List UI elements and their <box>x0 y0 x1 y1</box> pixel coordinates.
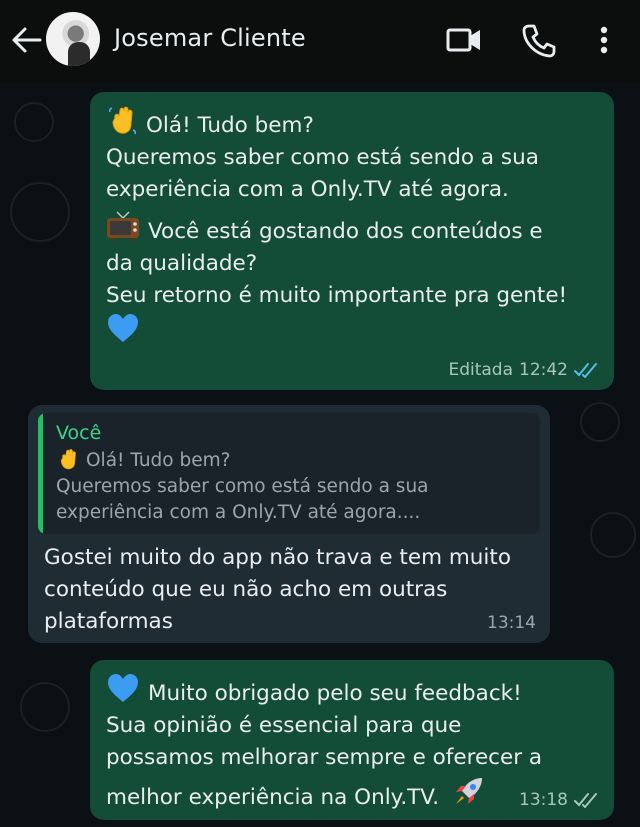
read-double-check-icon <box>574 363 597 378</box>
background-doodle <box>20 682 70 732</box>
message-text: melhor experiência na Only.TV. <box>106 785 440 810</box>
message-line: Olá! Tudo bem? <box>106 104 598 142</box>
quote-text: experiência com a Only.TV até agora.... <box>56 502 421 523</box>
incoming-message[interactable]: Você Olá! Tudo bem? Queremos saber como … <box>28 405 550 643</box>
message-text: Sua opinião é essencial para que <box>106 713 462 738</box>
waving-hand-emoji <box>60 449 76 470</box>
quote-accent-bar <box>38 413 43 534</box>
blue-heart-emoji <box>108 674 138 702</box>
message-meta: Editada 12:42 <box>448 354 600 386</box>
waving-hand-emoji <box>109 106 136 135</box>
phone-call-icon[interactable] <box>520 22 556 58</box>
message-text: conteúdo que eu não acho em outras <box>44 577 448 602</box>
delivered-double-check-icon <box>574 793 597 808</box>
message-meta: 13:18 <box>519 784 600 816</box>
quote-author: Você <box>56 422 102 444</box>
television-emoji <box>107 211 139 241</box>
quoted-message[interactable]: Você Olá! Tudo bem? Queremos saber como … <box>38 413 540 534</box>
message-meta: 13:14 <box>487 607 536 639</box>
background-doodle <box>14 102 54 142</box>
quote-line: Olá! Tudo bem? <box>56 447 528 474</box>
message-text: Você está gostando dos conteúdos e <box>148 219 543 244</box>
background-doodle <box>580 402 620 442</box>
edited-label: Editada <box>448 360 513 380</box>
avatar[interactable] <box>46 12 100 66</box>
video-call-icon[interactable] <box>444 22 484 58</box>
message-text: Seu retorno é muito importante pra gente… <box>106 283 568 308</box>
more-options-icon[interactable] <box>592 22 616 58</box>
message-time: 12:42 <box>519 360 568 380</box>
message-line: Você está gostando dos conteúdos e <box>106 210 598 248</box>
quote-text: Queremos saber como está sendo a sua <box>56 476 429 497</box>
message-text: Queremos saber como está sendo a sua <box>106 145 539 170</box>
blue-heart-emoji <box>108 314 138 342</box>
background-doodle <box>590 512 636 558</box>
message-text: da qualidade? <box>106 251 258 276</box>
chat-area[interactable]: Olá! Tudo bem? Queremos saber como está … <box>0 82 640 827</box>
message-text: plataformas <box>44 609 173 634</box>
rocket-emoji <box>455 778 482 804</box>
message-text: Muito obrigado pelo seu feedback! <box>148 681 522 706</box>
message-line <box>106 312 598 350</box>
message-time: 13:14 <box>487 613 536 633</box>
message-text: experiência com a Only.TV até agora. <box>106 177 509 202</box>
back-arrow-icon[interactable] <box>10 26 42 54</box>
quote-text: Olá! Tudo bem? <box>86 450 231 471</box>
message-text: Gostei muito do app não trava e tem muit… <box>44 545 511 570</box>
chat-header: Josemar Cliente <box>0 0 640 82</box>
message-text: possamos melhorar sempre e oferecer a <box>106 745 543 770</box>
background-doodle <box>10 182 70 242</box>
message-line: Muito obrigado pelo seu feedback! <box>106 672 598 710</box>
outgoing-message[interactable]: Olá! Tudo bem? Queremos saber como está … <box>90 92 614 390</box>
contact-name[interactable]: Josemar Cliente <box>114 24 306 52</box>
outgoing-message[interactable]: Muito obrigado pelo seu feedback! Sua op… <box>90 660 614 820</box>
message-time: 13:18 <box>519 790 568 810</box>
message-text: Olá! Tudo bem? <box>146 113 314 138</box>
